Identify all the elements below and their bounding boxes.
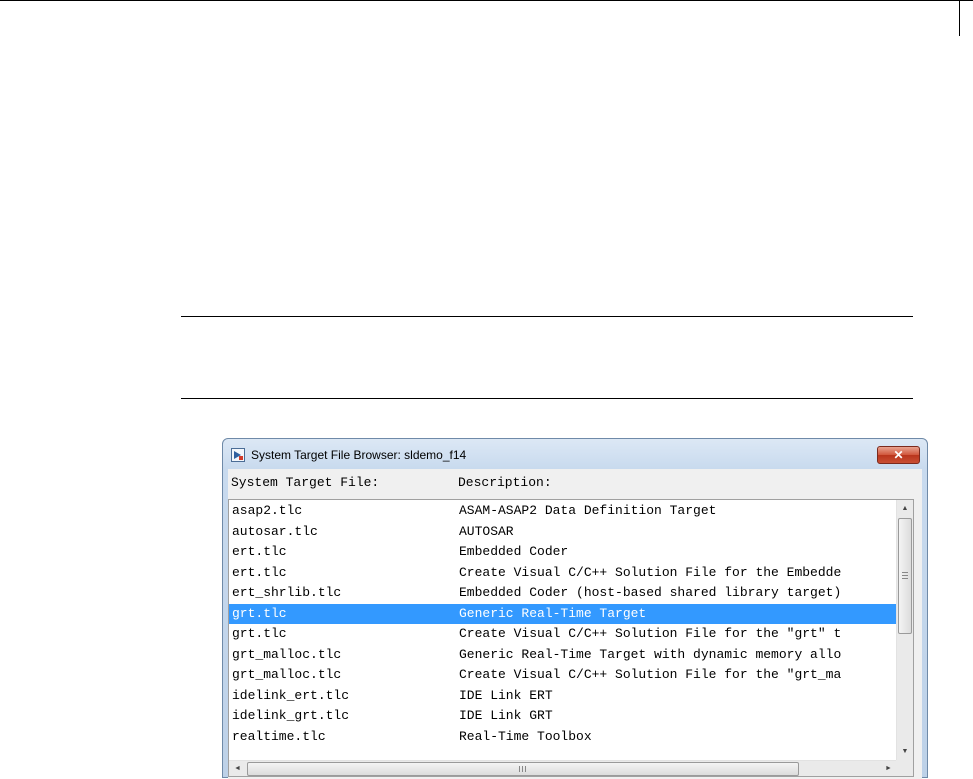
target-file-name: ert.tlc — [232, 544, 287, 559]
target-file-name: grt_malloc.tlc — [232, 667, 342, 682]
list-item[interactable]: idelink_grt.tlc IDE Link GRT — [229, 706, 897, 726]
target-description: Create Visual C/C++ Solution File for th… — [459, 626, 842, 641]
target-file-name: idelink_grt.tlc — [232, 708, 350, 723]
target-description: AUTOSAR — [459, 523, 514, 539]
thumb-grip-icon — [519, 766, 520, 772]
note-top-rule — [181, 316, 913, 317]
vertical-scroll-thumb[interactable] — [898, 518, 912, 634]
target-file-name: asap2.tlc — [232, 503, 303, 518]
dialog-client-area: System Target File: Description: asap2.t… — [228, 469, 922, 779]
title-bar[interactable]: System Target File Browser: sldemo_f14 ✕ — [223, 439, 927, 469]
target-description: Real-Time Toolbox — [459, 728, 592, 744]
list-item[interactable]: grt.tlc Create Visual C/C++ Solution File… — [229, 624, 897, 644]
system-target-file-browser-window: System Target File Browser: sldemo_f14 ✕… — [222, 438, 928, 779]
target-file-name: grt_malloc.tlc — [232, 646, 342, 662]
vertical-scrollbar[interactable]: ▲ ▼ — [896, 500, 913, 760]
target-file-name: ert_shrlib.tlc — [232, 585, 342, 600]
target-description: Generic Real-Time Target with dynamic me… — [459, 646, 842, 662]
list-item[interactable]: ert_shrlib.tlc Embedded Coder (host-based… — [229, 583, 897, 603]
window-title: System Target File Browser: sldemo_f14 — [251, 448, 467, 462]
target-description: ASAM-ASAP2 Data Definition Target — [459, 503, 717, 518]
list-item[interactable]: ert.tlc Create Visual C/C++ Solution File… — [229, 563, 897, 583]
column-header-description: Description: — [458, 475, 552, 490]
target-description: Create Visual C/C++ Solution File for th… — [459, 564, 842, 580]
target-file-rows: asap2.tlc ASAM-ASAP2 Data Definition Targ… — [229, 500, 897, 760]
target-file-name: realtime.tlc — [232, 728, 326, 744]
scroll-down-icon[interactable]: ▼ — [897, 743, 913, 760]
list-item[interactable]: grt_malloc.tlc Generic Real-Time Target w… — [229, 645, 897, 665]
simulink-app-icon — [231, 448, 245, 462]
page-top-rule — [0, 0, 973, 1]
horizontal-scroll-thumb[interactable] — [247, 762, 799, 776]
target-description: IDE Link ERT — [459, 687, 553, 703]
target-description: Create Visual C/C++ Solution File for th… — [459, 667, 842, 682]
list-item[interactable]: grt_malloc.tlc Create Visual C/C++ Soluti… — [229, 665, 897, 685]
note-bottom-rule — [181, 398, 913, 399]
scroll-right-icon[interactable]: ► — [880, 761, 897, 776]
list-item[interactable]: asap2.tlc ASAM-ASAP2 Data Definition Targ… — [229, 501, 897, 521]
scroll-left-icon[interactable]: ◄ — [229, 761, 246, 776]
thumb-grip-icon — [522, 766, 523, 772]
list-item[interactable]: idelink_ert.tlc IDE Link ERT — [229, 686, 897, 706]
thumb-grip-icon — [902, 578, 908, 579]
close-button[interactable]: ✕ — [877, 446, 920, 464]
target-description: Embedded Coder — [459, 544, 569, 559]
column-header-file: System Target File: — [231, 475, 380, 490]
target-file-name: autosar.tlc — [232, 523, 318, 539]
list-item[interactable]: realtime.tlc Real-Time Toolbox — [229, 727, 897, 747]
thumb-grip-icon — [525, 766, 526, 772]
target-description: IDE Link GRT — [459, 708, 553, 723]
target-description: Embedded Coder (host-based shared librar… — [459, 585, 842, 600]
thumb-grip-icon — [902, 572, 908, 573]
target-file-name: grt.tlc — [232, 605, 287, 621]
scroll-up-icon[interactable]: ▲ — [897, 500, 913, 517]
list-item[interactable]: ert.tlc Embedded Coder — [229, 542, 897, 562]
list-item[interactable]: autosar.tlc AUTOSAR — [229, 522, 897, 542]
list-item-selected[interactable]: grt.tlc Generic Real-Time Target — [229, 603, 897, 624]
target-file-name: idelink_ert.tlc — [232, 687, 350, 703]
page-edge-mark — [959, 0, 960, 36]
target-description: Generic Real-Time Target — [459, 605, 647, 621]
target-file-list[interactable]: asap2.tlc ASAM-ASAP2 Data Definition Targ… — [228, 499, 914, 777]
target-file-name: grt.tlc — [232, 626, 287, 641]
thumb-grip-icon — [902, 575, 908, 576]
target-file-name: ert.tlc — [232, 564, 287, 580]
